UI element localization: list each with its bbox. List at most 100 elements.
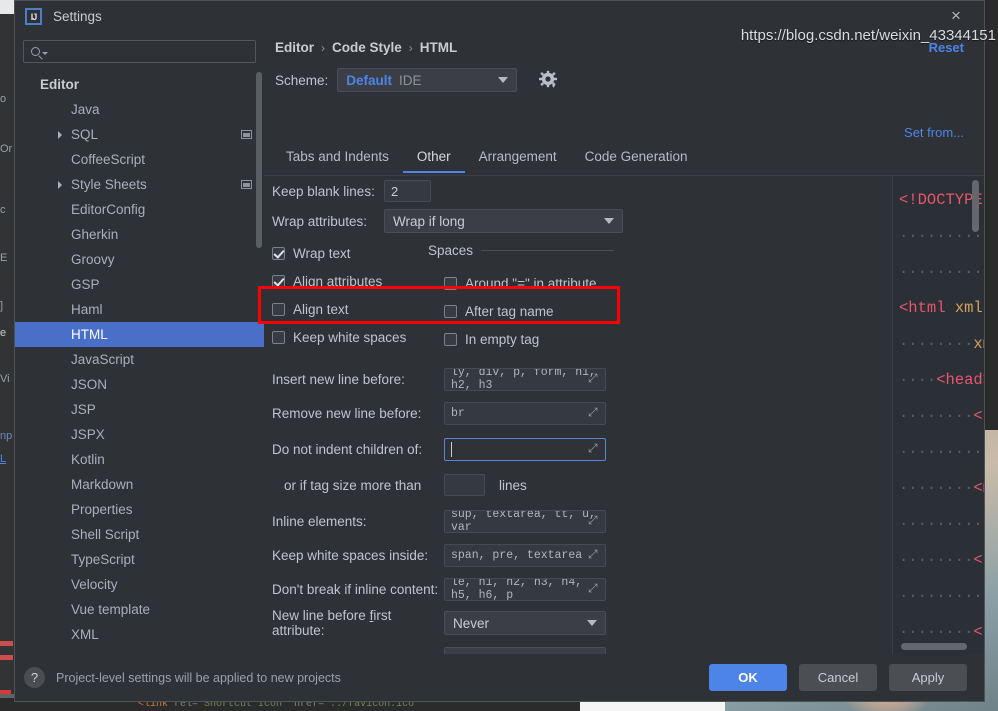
tab-tabs-and-indents[interactable]: Tabs and Indents xyxy=(272,145,403,173)
do-not-indent-input[interactable] xyxy=(444,437,606,461)
sidebar-item-coffeescript[interactable]: CoffeeScript xyxy=(15,147,264,172)
row-inline-elements: Inline elements: sup, textarea, tt, u, v… xyxy=(272,508,606,534)
sidebar-item-style-sheets[interactable]: Style Sheets xyxy=(15,172,264,197)
sidebar-item-java[interactable]: Java xyxy=(15,97,264,122)
sidebar-item-javascript[interactable]: JavaScript xyxy=(15,347,264,372)
new-line-before-first-select[interactable]: Never xyxy=(444,611,606,635)
align-text-checkbox[interactable] xyxy=(272,302,285,316)
wrap-attributes-select[interactable]: Wrap if long xyxy=(384,209,623,233)
tag-size-input[interactable] xyxy=(444,474,485,496)
sidebar-item-vue-template[interactable]: Vue template xyxy=(15,597,264,622)
sidebar-item-jsp[interactable]: JSP xyxy=(15,397,264,422)
around-equals-label: Around "=" in attribute xyxy=(465,275,597,291)
tab-code-generation[interactable]: Code Generation xyxy=(571,145,702,173)
inline-elements-label: Inline elements: xyxy=(272,513,367,529)
sidebar-item-label: Vue template xyxy=(71,602,151,617)
sidebar-item-velocity[interactable]: Velocity xyxy=(15,572,264,597)
remove-new-line-before-label: Remove new line before: xyxy=(272,405,422,421)
screen: o Or c E ] e Vi np L <link rel="Shortcut… xyxy=(0,0,998,711)
inline-elements-input[interactable]: sup, textarea, tt, u, var xyxy=(444,509,606,533)
wrap-text-checkbox[interactable] xyxy=(272,246,285,260)
search-input[interactable] xyxy=(23,40,256,63)
apply-button[interactable]: Apply xyxy=(889,664,967,691)
sidebar-item-markdown[interactable]: Markdown xyxy=(15,472,264,497)
remove-new-line-before-input[interactable]: br xyxy=(444,401,606,425)
chevron-right-icon[interactable] xyxy=(57,130,65,139)
set-from-link[interactable]: Set from... xyxy=(904,125,964,140)
checkbox-align-attributes[interactable]: Align attributes xyxy=(272,268,382,294)
sidebar-item-haml[interactable]: Haml xyxy=(15,297,264,322)
checkbox-around-eq[interactable]: Around "=" in attribute xyxy=(444,270,597,296)
tab-other[interactable]: Other xyxy=(402,145,465,173)
search-icon xyxy=(31,47,40,56)
tab-arrangement[interactable]: Arrangement xyxy=(465,145,571,173)
sidebar-item-label: Gherkin xyxy=(71,227,119,242)
expand-icon[interactable] xyxy=(588,583,601,596)
close-icon[interactable]: × xyxy=(947,7,965,25)
checkbox-wrap-text[interactable]: Wrap text xyxy=(272,240,351,266)
help-icon[interactable]: ? xyxy=(24,667,45,688)
sidebar-item-label: JSP xyxy=(71,402,96,417)
sidebar-item-shell-script[interactable]: Shell Script xyxy=(15,522,264,547)
tab-label: Code Generation xyxy=(584,149,688,164)
after-tag-name-checkbox[interactable] xyxy=(444,304,457,318)
checkbox-align-text[interactable]: Align text xyxy=(272,296,349,322)
expand-icon[interactable] xyxy=(588,373,601,386)
new-line-after-last-select[interactable]: Never xyxy=(444,647,606,654)
checkbox-in-empty-tag[interactable]: In empty tag xyxy=(444,326,539,352)
expand-icon[interactable] xyxy=(588,549,601,562)
sidebar-scrollbar[interactable] xyxy=(256,72,262,248)
insert-new-line-before-label: Insert new line before: xyxy=(272,371,405,387)
sidebar-item-gherkin[interactable]: Gherkin xyxy=(15,222,264,247)
tag-size-label: or if tag size more than xyxy=(284,477,422,493)
keep-blank-lines-input[interactable]: 2 xyxy=(384,180,431,202)
insert-new-line-before-input[interactable]: ly, div, p, form, h1, h2, h3 xyxy=(444,367,606,391)
breadcrumb-item-editor[interactable]: Editor xyxy=(275,40,314,55)
sidebar-item-kotlin[interactable]: Kotlin xyxy=(15,447,264,472)
keep-white-spaces-checkbox[interactable] xyxy=(272,330,285,344)
sidebar-item-properties[interactable]: Properties xyxy=(15,497,264,522)
sidebar-item-xml[interactable]: XML xyxy=(15,622,264,647)
sidebar-item-sql[interactable]: SQL xyxy=(15,122,264,147)
sidebar-item-json[interactable]: JSON xyxy=(15,372,264,397)
keep-white-spaces-inside-input[interactable]: span, pre, textarea xyxy=(444,543,606,567)
wrap-attributes-value: Wrap if long xyxy=(393,213,465,229)
expand-icon[interactable] xyxy=(588,407,601,420)
code-preview-content: <!DOCTYPE html PUBLIC············"-//W3C… xyxy=(893,176,984,654)
tab-label: Other xyxy=(416,149,451,164)
sidebar-item-editorconfig[interactable]: EditorConfig xyxy=(15,197,264,222)
in-empty-tag-checkbox[interactable] xyxy=(444,332,457,346)
sidebar-item-label: CoffeeScript xyxy=(71,152,146,167)
do-not-indent-label: Do not indent children of: xyxy=(272,441,423,457)
expand-icon[interactable] xyxy=(588,443,601,456)
around-equals-checkbox[interactable] xyxy=(444,276,457,290)
checkbox-after-tag-name[interactable]: After tag name xyxy=(444,298,554,324)
sidebar-item-jspx[interactable]: JSPX xyxy=(15,422,264,447)
settings-form: Keep blank lines: 2 Wrap attributes: Wra… xyxy=(264,176,984,654)
code-line: ········<title>ReSharper: The xyxy=(899,398,984,434)
sidebar-item-yaml[interactable]: YAML xyxy=(15,647,264,654)
sidebar-item-gsp[interactable]: GSP xyxy=(15,272,264,297)
sidebar-item-typescript[interactable]: TypeScript xyxy=(15,547,264,572)
sidebar-item-label: Haml xyxy=(71,302,103,317)
breadcrumb: Editor › Code Style › HTML xyxy=(275,40,457,55)
breadcrumb-item-code-style[interactable]: Code Style xyxy=(332,40,402,55)
code-line: ············"http://www.w3.org/TR xyxy=(899,254,984,290)
code-line: ············media="screen" xyxy=(899,578,984,614)
gear-icon[interactable] xyxy=(538,70,558,90)
cancel-button[interactable]: Cancel xyxy=(799,664,877,691)
chevron-right-icon[interactable] xyxy=(57,180,65,189)
dont-break-inline-input[interactable]: le, h1, h2, h3, h4, h5, h6, p xyxy=(444,577,606,601)
row-tag-size: or if tag size more than lines xyxy=(284,472,527,498)
scheme-select[interactable]: Default IDE xyxy=(337,68,518,92)
sidebar-item-html[interactable]: HTML xyxy=(15,322,264,347)
preview-horizontal-scrollbar[interactable] xyxy=(901,643,967,650)
sidebar-item-groovy[interactable]: Groovy xyxy=(15,247,264,272)
sidebar-item-editor[interactable]: Editor xyxy=(15,72,264,97)
checkbox-keep-white-spaces[interactable]: Keep white spaces xyxy=(272,324,406,350)
expand-icon[interactable] xyxy=(588,515,601,528)
wrap-attributes-label: Wrap attributes: xyxy=(272,213,368,229)
ok-button[interactable]: OK xyxy=(709,664,787,691)
preview-vertical-scrollbar[interactable] xyxy=(972,180,979,232)
align-attributes-checkbox[interactable] xyxy=(272,274,285,288)
